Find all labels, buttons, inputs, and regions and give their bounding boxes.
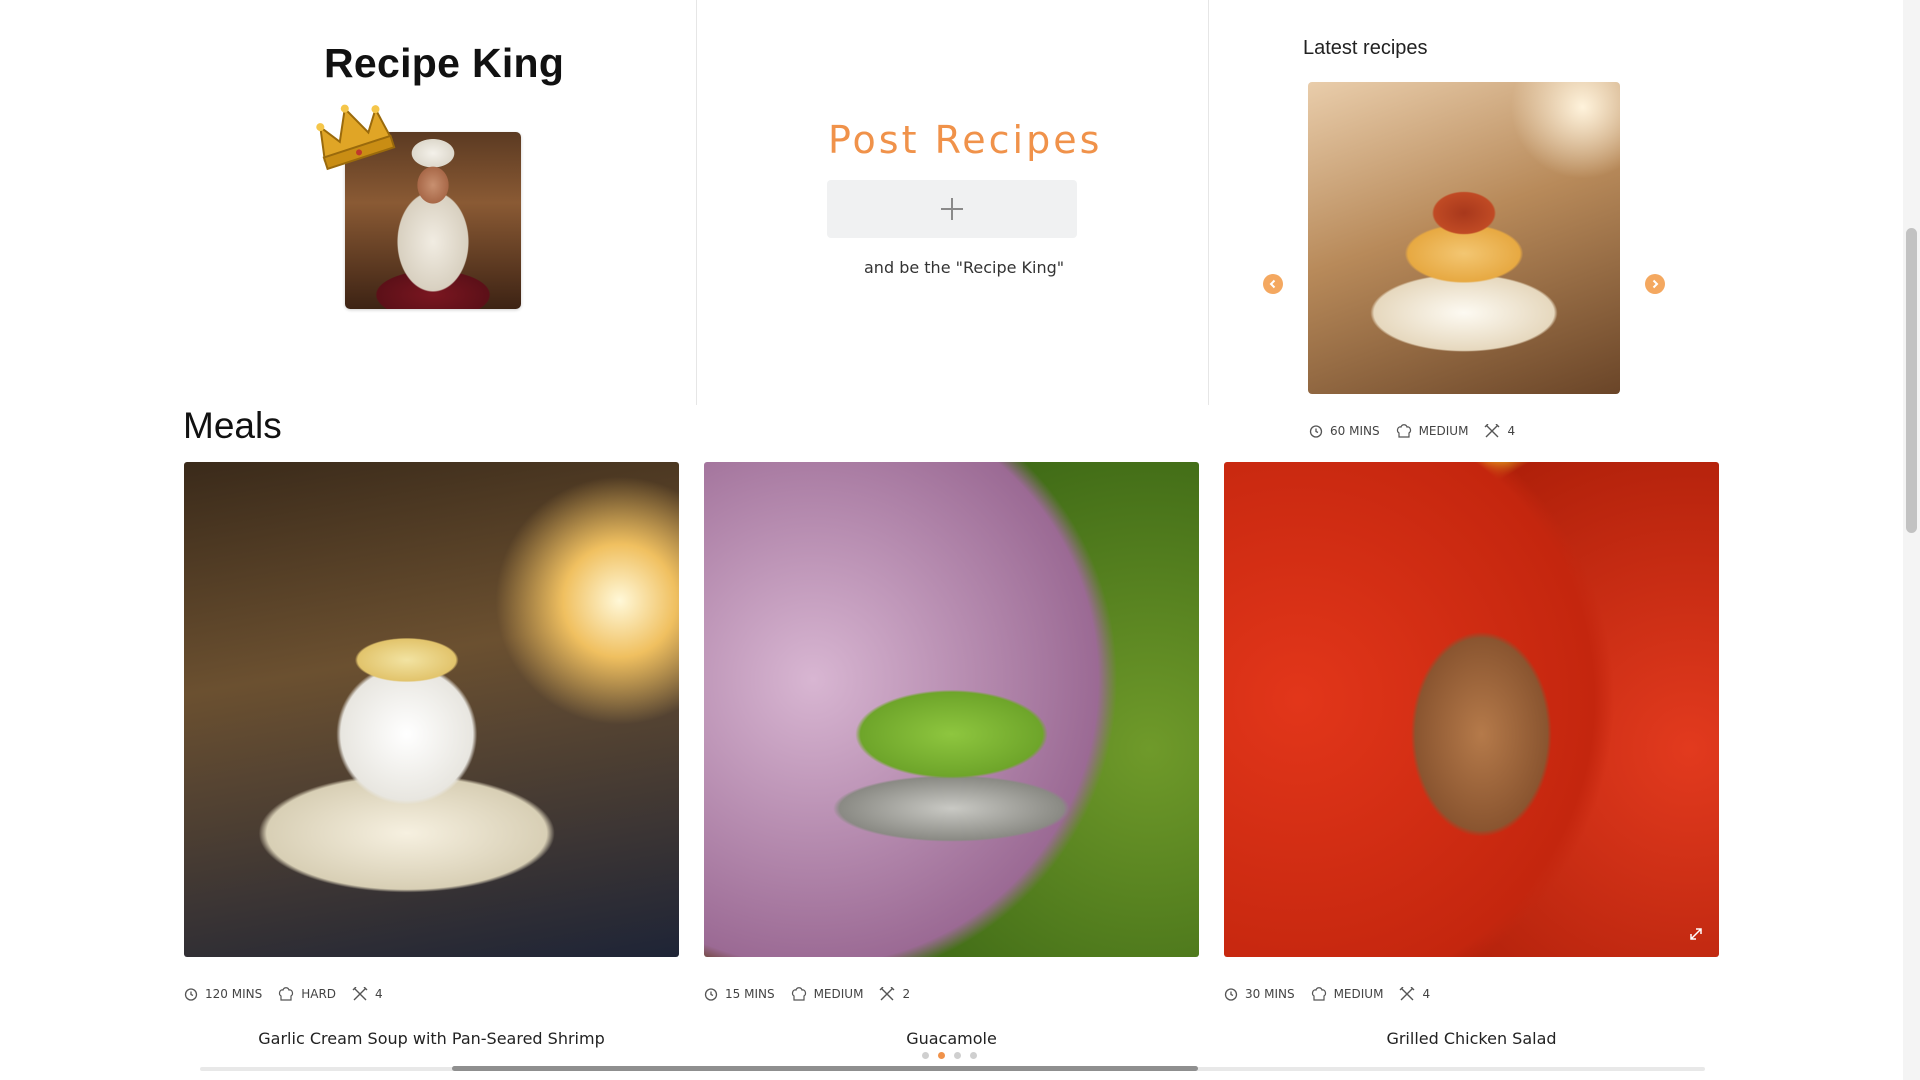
meal-meta: 120 MINS HARD 4 xyxy=(184,987,399,1001)
chef-hat-icon xyxy=(791,987,806,1001)
pagination-dot-active[interactable] xyxy=(938,1052,945,1059)
recipe-servings: 4 xyxy=(1507,424,1516,438)
chef-hat-icon xyxy=(279,987,294,1001)
chevron-left-icon xyxy=(1269,279,1276,289)
meal-difficulty: MEDIUM xyxy=(813,987,864,1001)
utensils-icon xyxy=(1484,424,1500,438)
meal-time: 120 MINS xyxy=(205,987,263,1001)
pagination-dot[interactable] xyxy=(922,1052,929,1059)
latest-recipe-image[interactable] xyxy=(1308,82,1620,394)
meal-time: 30 MINS xyxy=(1245,987,1295,1001)
carousel-prev-button[interactable] xyxy=(1263,274,1283,294)
recipe-time: 60 MINS xyxy=(1330,424,1380,438)
horizontal-scrollbar-thumb[interactable] xyxy=(452,1066,1198,1071)
timer-icon xyxy=(184,988,198,1001)
crown-icon xyxy=(316,104,396,171)
post-recipes-title: Post Recipes xyxy=(828,118,1103,162)
meal-name[interactable]: Garlic Cream Soup with Pan-Seared Shrimp xyxy=(184,1029,679,1048)
meal-time: 15 MINS xyxy=(725,987,775,1001)
meal-image[interactable] xyxy=(704,462,1199,957)
plus-icon xyxy=(941,198,963,220)
meal-card[interactable] xyxy=(1224,462,1719,957)
vertical-scrollbar-track[interactable] xyxy=(1903,0,1920,1080)
chef-hat-icon xyxy=(1396,424,1411,438)
meal-name[interactable]: Grilled Chicken Salad xyxy=(1224,1029,1719,1048)
meal-difficulty: MEDIUM xyxy=(1333,987,1384,1001)
pagination-dot[interactable] xyxy=(954,1052,961,1059)
timer-icon xyxy=(704,988,718,1001)
utensils-icon xyxy=(879,987,895,1001)
post-recipes-subtitle: and be the "Recipe King" xyxy=(864,258,1065,277)
site-title: Recipe King xyxy=(324,40,565,86)
utensils-icon xyxy=(1399,987,1415,1001)
meal-name[interactable]: Guacamole xyxy=(704,1029,1199,1048)
meal-image[interactable] xyxy=(184,462,679,957)
meal-image[interactable] xyxy=(1224,462,1719,957)
vertical-scrollbar-thumb[interactable] xyxy=(1906,228,1917,533)
column-divider xyxy=(696,0,697,405)
chef-hat-icon xyxy=(1311,987,1326,1001)
meal-difficulty: HARD xyxy=(301,987,337,1001)
meal-servings: 4 xyxy=(1422,987,1431,1001)
latest-recipe-meta: 60 MINS MEDIUM 4 xyxy=(1309,424,1531,438)
meal-meta: 15 MINS MEDIUM 2 xyxy=(704,987,926,1001)
meal-servings: 4 xyxy=(375,987,383,1001)
carousel-next-button[interactable] xyxy=(1645,274,1665,294)
meals-title: Meals xyxy=(183,405,282,446)
meal-meta: 30 MINS MEDIUM 4 xyxy=(1224,987,1446,1001)
meal-card[interactable] xyxy=(704,462,1199,957)
latest-recipes-title: Latest recipes xyxy=(1303,37,1428,59)
meal-servings: 2 xyxy=(902,987,911,1001)
timer-icon xyxy=(1224,988,1238,1001)
expand-icon[interactable] xyxy=(1689,927,1703,941)
utensils-icon xyxy=(352,987,368,1001)
logo[interactable] xyxy=(310,95,535,315)
timer-icon xyxy=(1309,425,1323,438)
meal-card[interactable] xyxy=(184,462,679,957)
column-divider xyxy=(1208,0,1209,405)
add-recipe-button[interactable] xyxy=(827,180,1077,238)
recipe-difficulty: MEDIUM xyxy=(1418,424,1469,438)
pagination-dot[interactable] xyxy=(970,1052,977,1059)
chevron-right-icon xyxy=(1652,279,1659,289)
carousel-pagination xyxy=(922,1052,986,1059)
